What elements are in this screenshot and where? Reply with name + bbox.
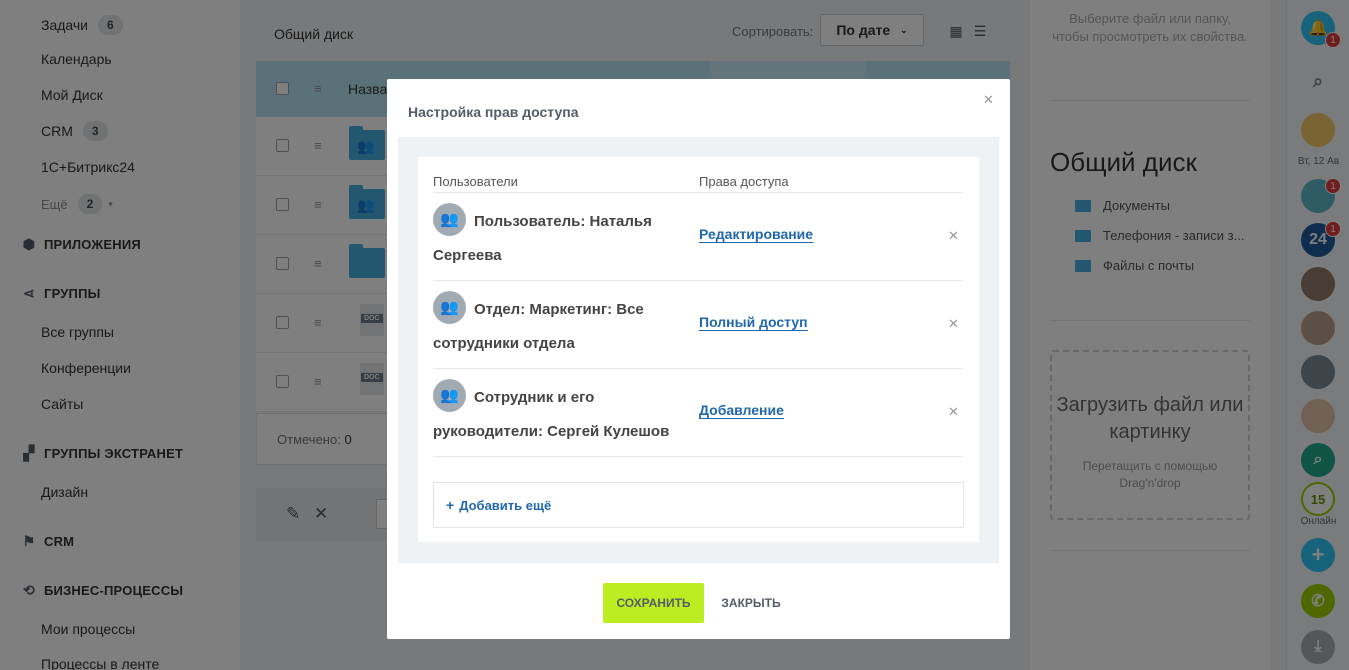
permission-user: 👥 Пользователь: Наталья Сергеева bbox=[433, 202, 683, 273]
dialog-body: Пользователи Права доступа 👥 Пользователь… bbox=[398, 137, 999, 563]
permission-user: 👥 Отдел: Маркетинг: Все сотрудники отдела bbox=[433, 290, 683, 361]
add-more-label: Добавить ещё bbox=[459, 497, 552, 513]
permissions-table: Пользователи Права доступа 👥 Пользователь… bbox=[418, 157, 979, 542]
remove-icon[interactable]: ✕ bbox=[948, 228, 959, 244]
close-button[interactable]: ЗАКРЫТЬ bbox=[709, 583, 793, 623]
permission-row: 👥 Пользователь: Наталья Сергеева Редактир… bbox=[433, 193, 963, 281]
access-level-link[interactable]: Полный доступ bbox=[699, 315, 808, 331]
access-level-link[interactable]: Добавление bbox=[699, 403, 784, 419]
add-more-button[interactable]: + Добавить ещё bbox=[433, 482, 964, 528]
permission-row: 👥 Отдел: Маркетинг: Все сотрудники отдела… bbox=[433, 281, 963, 369]
close-icon[interactable]: ✕ bbox=[983, 92, 994, 108]
remove-icon[interactable]: ✕ bbox=[948, 404, 959, 420]
permission-user: 👥 Сотрудник и его руководители: Сергей Ку… bbox=[433, 378, 683, 449]
remove-icon[interactable]: ✕ bbox=[948, 316, 959, 332]
dialog-title: Настройка прав доступа bbox=[408, 104, 579, 120]
access-level-link[interactable]: Редактирование bbox=[699, 227, 814, 243]
plus-icon: + bbox=[446, 497, 455, 513]
group-avatar-icon: 👥 bbox=[433, 202, 466, 236]
access-column-header: Права доступа bbox=[699, 174, 789, 189]
permission-row: 👥 Сотрудник и его руководители: Сергей Ку… bbox=[433, 369, 963, 457]
access-settings-dialog: Настройка прав доступа ✕ Пользователи Пр… bbox=[387, 79, 1010, 639]
save-button[interactable]: СОХРАНИТЬ bbox=[603, 583, 704, 623]
group-avatar-icon: 👥 bbox=[433, 378, 466, 412]
group-avatar-icon: 👥 bbox=[433, 290, 466, 324]
users-column-header: Пользователи bbox=[433, 174, 518, 189]
